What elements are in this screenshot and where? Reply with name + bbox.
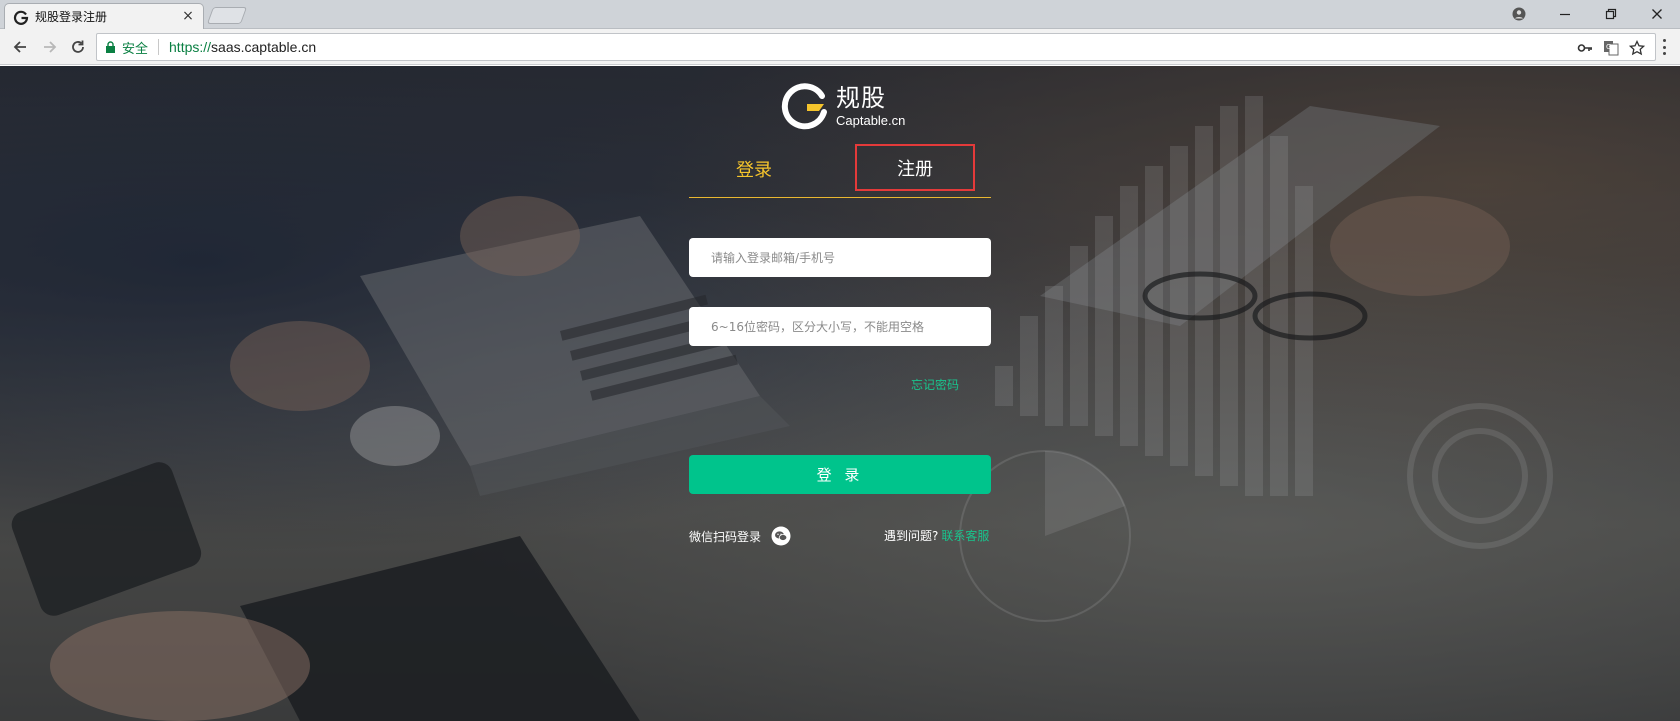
key-icon[interactable]: [1577, 40, 1593, 56]
profile-icon[interactable]: [1496, 0, 1542, 28]
new-tab-button[interactable]: [206, 7, 248, 24]
tab-title: 规股登录注册: [35, 10, 108, 24]
browser-menu-icon[interactable]: [1654, 37, 1674, 57]
browser-tab[interactable]: 规股登录注册 ×: [4, 3, 204, 29]
tab-login[interactable]: 登录: [719, 156, 789, 182]
browser-tabstrip: 规股登录注册 ×: [0, 0, 1680, 29]
bookmark-star-icon[interactable]: [1629, 40, 1645, 56]
brand-logo: 规股 Captable.cn: [780, 80, 905, 132]
omnibox-divider: [158, 39, 160, 55]
omnibox-icons: G: [1577, 40, 1645, 56]
brand-text: 规股 Captable.cn: [836, 84, 905, 128]
url-scheme: https://: [169, 39, 212, 55]
close-window-icon[interactable]: [1634, 0, 1680, 28]
back-arrow-icon[interactable]: [8, 35, 32, 59]
account-input[interactable]: [689, 238, 991, 277]
brand-name-cn: 规股: [836, 84, 886, 112]
tab-register[interactable]: 注册: [855, 144, 975, 191]
security-label: 安全: [122, 41, 149, 57]
contact-support-link[interactable]: 联系客服: [941, 529, 989, 543]
reload-icon[interactable]: [66, 35, 90, 59]
svg-text:G: G: [1606, 43, 1611, 51]
wechat-icon[interactable]: [771, 526, 791, 546]
translate-icon[interactable]: G: [1603, 40, 1619, 56]
forgot-password-link[interactable]: 忘记密码: [911, 376, 959, 393]
url-text[interactable]: https://saas.captable.cn: [169, 39, 316, 55]
brand-name-en: Captable.cn: [836, 113, 906, 128]
wechat-login[interactable]: 微信扫码登录: [689, 526, 791, 546]
login-page: 规股 Captable.cn 登录 注册 忘记密码 登 录 微信扫码登录 遇到问…: [0, 66, 1680, 721]
password-input[interactable]: [689, 307, 991, 346]
minimize-icon[interactable]: [1542, 0, 1588, 28]
restore-icon[interactable]: [1588, 0, 1634, 28]
captable-logo-icon: [781, 83, 827, 130]
close-tab-icon[interactable]: ×: [181, 9, 195, 24]
captable-favicon-icon: [13, 9, 29, 25]
url-host: saas.captable.cn: [211, 39, 317, 55]
browser-toolbar: 安全 https://saas.captable.cn G: [0, 29, 1680, 65]
lock-icon: [106, 41, 115, 53]
address-bar[interactable]: 安全 https://saas.captable.cn G: [96, 33, 1656, 61]
auth-tabs: 登录 注册: [689, 144, 991, 198]
wechat-login-label: 微信扫码登录: [689, 529, 762, 544]
help-prompt: 遇到问题?: [884, 529, 939, 543]
help-links: 遇到问题? 联系客服: [884, 527, 989, 544]
login-button[interactable]: 登 录: [689, 455, 991, 494]
forward-arrow-icon[interactable]: [38, 35, 62, 59]
